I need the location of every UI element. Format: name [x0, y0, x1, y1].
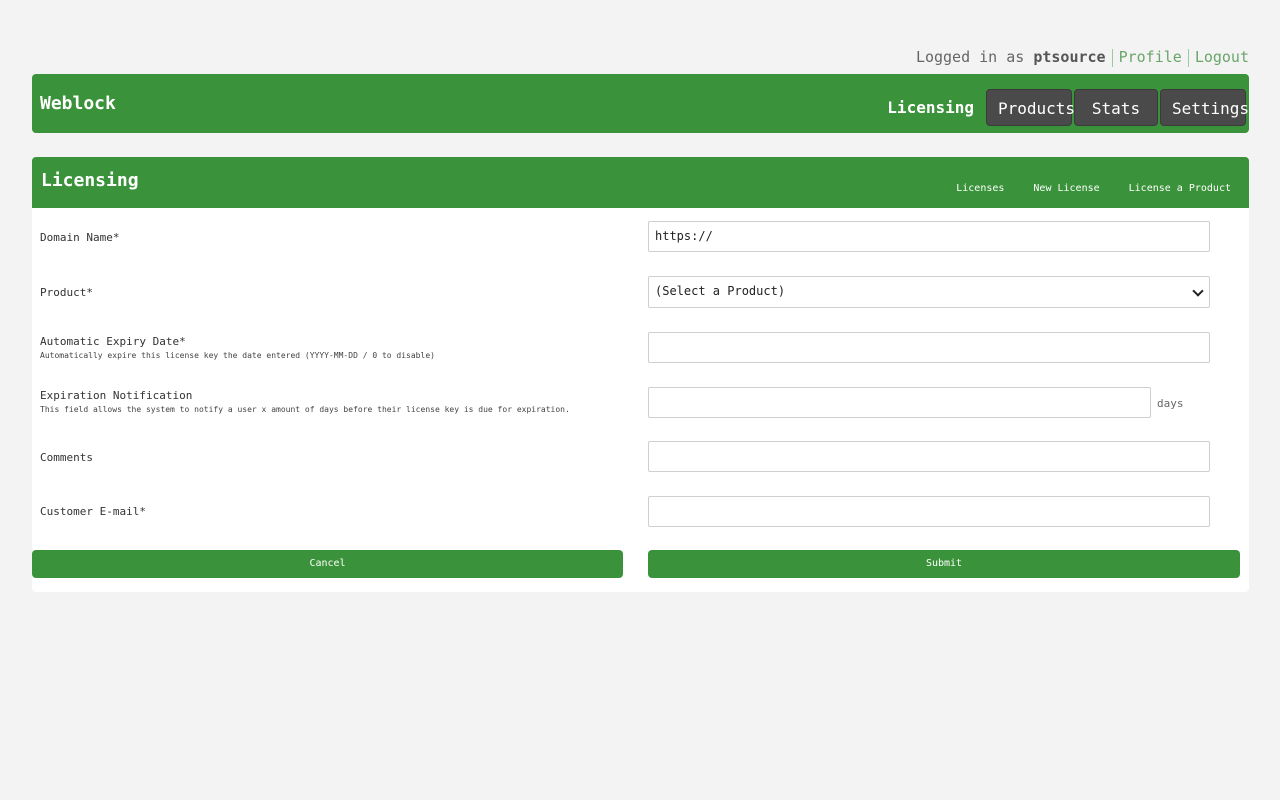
main-nav: Licensing Products Stats Settings: [887, 89, 1249, 126]
notification-days-input[interactable]: [648, 387, 1151, 418]
domain-input[interactable]: https://: [648, 221, 1210, 252]
submit-button[interactable]: Submit: [648, 550, 1240, 578]
username: ptsource: [1033, 48, 1106, 66]
sub-nav: Licenses New License License a Product: [927, 183, 1231, 194]
expiry-label: Automatic Expiry Date*: [40, 335, 186, 348]
panel-header: Licensing Licenses New License License a…: [32, 157, 1249, 208]
user-bar: Logged in as ptsource Profile Logout: [916, 48, 1249, 67]
licensing-panel: Licensing Licenses New License License a…: [32, 157, 1249, 592]
nav-stats-button[interactable]: Stats: [1074, 89, 1158, 126]
product-select[interactable]: (Select a Product): [648, 276, 1210, 308]
logged-in-prefix: Logged in as: [915, 48, 1025, 66]
logout-link[interactable]: Logout: [1195, 48, 1249, 66]
panel-title: Licensing: [41, 170, 139, 191]
subnav-licenses[interactable]: Licenses: [956, 183, 1004, 194]
divider: [1111, 48, 1113, 67]
product-select-value: (Select a Product): [655, 284, 786, 298]
product-label: Product*: [40, 286, 93, 299]
email-label: Customer E-mail*: [40, 505, 146, 518]
notification-label-group: Expiration Notification This field allow…: [40, 389, 570, 414]
domain-label: Domain Name*: [40, 231, 120, 244]
chevron-down-icon: [1192, 285, 1204, 297]
nav-products-button[interactable]: Products: [986, 89, 1075, 126]
nav-licensing[interactable]: Licensing: [887, 98, 974, 117]
top-navbar: Weblock Licensing Products Stats Setting…: [32, 74, 1249, 133]
notification-label: Expiration Notification: [40, 389, 193, 402]
comments-input[interactable]: [648, 441, 1210, 472]
comments-label: Comments: [40, 451, 93, 464]
subnav-new-license[interactable]: New License: [1033, 183, 1099, 194]
nav-settings-button[interactable]: Settings: [1160, 89, 1249, 126]
notification-help: This field allows the system to notify a…: [40, 405, 570, 414]
cancel-button[interactable]: Cancel: [32, 550, 623, 578]
brand-logo[interactable]: Weblock: [40, 93, 116, 114]
expiry-label-group: Automatic Expiry Date* Automatically exp…: [40, 335, 435, 360]
profile-link[interactable]: Profile: [1119, 48, 1182, 66]
expiry-input[interactable]: [648, 332, 1210, 363]
expiry-help: Automatically expire this license key th…: [40, 351, 435, 360]
email-input[interactable]: [648, 496, 1210, 527]
days-suffix: days: [1157, 397, 1184, 410]
divider: [1187, 48, 1189, 67]
subnav-license-a-product[interactable]: License a Product: [1129, 183, 1231, 194]
